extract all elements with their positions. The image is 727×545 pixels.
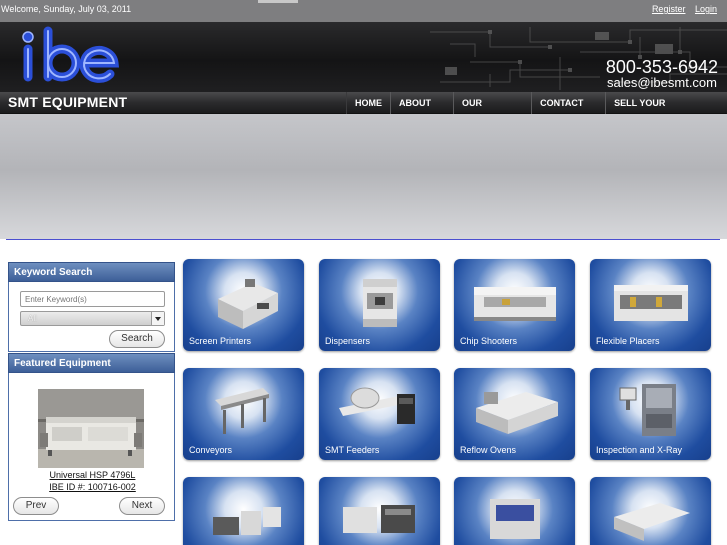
category-screen-printers[interactable]: Screen Printers	[183, 259, 304, 351]
category-label: SMT Feeders	[325, 445, 380, 455]
chevron-down-icon[interactable]	[151, 312, 164, 325]
keyword-input[interactable]	[20, 291, 165, 307]
category-flexible-placers[interactable]: Flexible Placers	[590, 259, 711, 351]
featured-equipment-id[interactable]: IBE ID #: 100716-002	[20, 482, 165, 492]
prev-button[interactable]: Prev	[13, 497, 59, 515]
category-label: Chip Shooters	[460, 336, 518, 346]
category-inspection-and-x-ray[interactable]: Inspection and X-Ray	[590, 368, 711, 460]
top-tab-stub	[258, 0, 298, 3]
category-conveyors[interactable]: Conveyors	[183, 368, 304, 460]
next-button[interactable]: Next	[119, 497, 165, 515]
cleaning-machine-icon	[614, 503, 690, 541]
banner-divider	[6, 239, 720, 240]
rework-station-icon	[343, 505, 415, 533]
category-label: Screen Printers	[189, 336, 252, 346]
category-reflow-ovens[interactable]: Reflow Ovens	[454, 368, 575, 460]
category-tile-row3-2[interactable]	[319, 477, 440, 545]
category-label: Dispensers	[325, 336, 371, 346]
category-dispensers[interactable]: Dispensers	[319, 259, 440, 351]
nav-home[interactable]: HOME	[346, 92, 390, 114]
search-button[interactable]: Search	[109, 330, 165, 348]
main-menu: HOME ABOUT US OUR FACILITY CONTACT US SE…	[346, 92, 727, 130]
account-links: Register Login	[645, 4, 717, 14]
category-chip-shooters[interactable]: Chip Shooters	[454, 259, 575, 351]
featured-equipment-name[interactable]: Universal HSP 4796L	[20, 470, 165, 480]
nav-bar: SMT EQUIPMENT HOME ABOUT US OUR FACILITY…	[0, 92, 727, 130]
register-link[interactable]: Register	[652, 4, 686, 14]
test-equipment-icon	[213, 507, 281, 535]
category-select[interactable]: All	[20, 311, 165, 326]
nav-our-facility[interactable]: OUR FACILITY	[452, 92, 531, 130]
keyword-search-header: Keyword Search	[8, 262, 175, 282]
site-tagline: SMT EQUIPMENT	[8, 94, 128, 110]
featured-equipment-header: Featured Equipment	[8, 353, 175, 373]
wave-solder-icon	[490, 499, 540, 539]
login-link[interactable]: Login	[695, 4, 717, 14]
top-bar: Welcome, Sunday, July 03, 2011 Register …	[0, 0, 727, 22]
nav-contact-us[interactable]: CONTACT US	[531, 92, 605, 130]
category-label: Reflow Ovens	[460, 445, 517, 455]
category-tile-row3-3[interactable]	[454, 477, 575, 545]
category-label: Flexible Placers	[596, 336, 660, 346]
category-tile-row3-4[interactable]	[590, 477, 711, 545]
hero-banner	[0, 114, 727, 239]
nav-about-us[interactable]: ABOUT US	[390, 92, 453, 130]
ibe-logo[interactable]	[18, 25, 122, 89]
welcome-date: Welcome, Sunday, July 03, 2011	[1, 4, 132, 14]
site-header: 800-353-6942 sales@ibesmt.com	[0, 22, 727, 92]
category-select-value: All	[28, 314, 37, 323]
featured-equipment-photo[interactable]	[38, 389, 144, 468]
category-label: Conveyors	[189, 445, 233, 455]
category-tile-row3-1[interactable]	[183, 477, 304, 545]
nav-sell-your-equipment[interactable]: SELL YOUR EQUIPMENT	[605, 92, 727, 130]
category-smt-feeders[interactable]: SMT Feeders	[319, 368, 440, 460]
sales-email[interactable]: sales@ibesmt.com	[607, 75, 717, 90]
category-label: Inspection and X-Ray	[596, 445, 683, 455]
